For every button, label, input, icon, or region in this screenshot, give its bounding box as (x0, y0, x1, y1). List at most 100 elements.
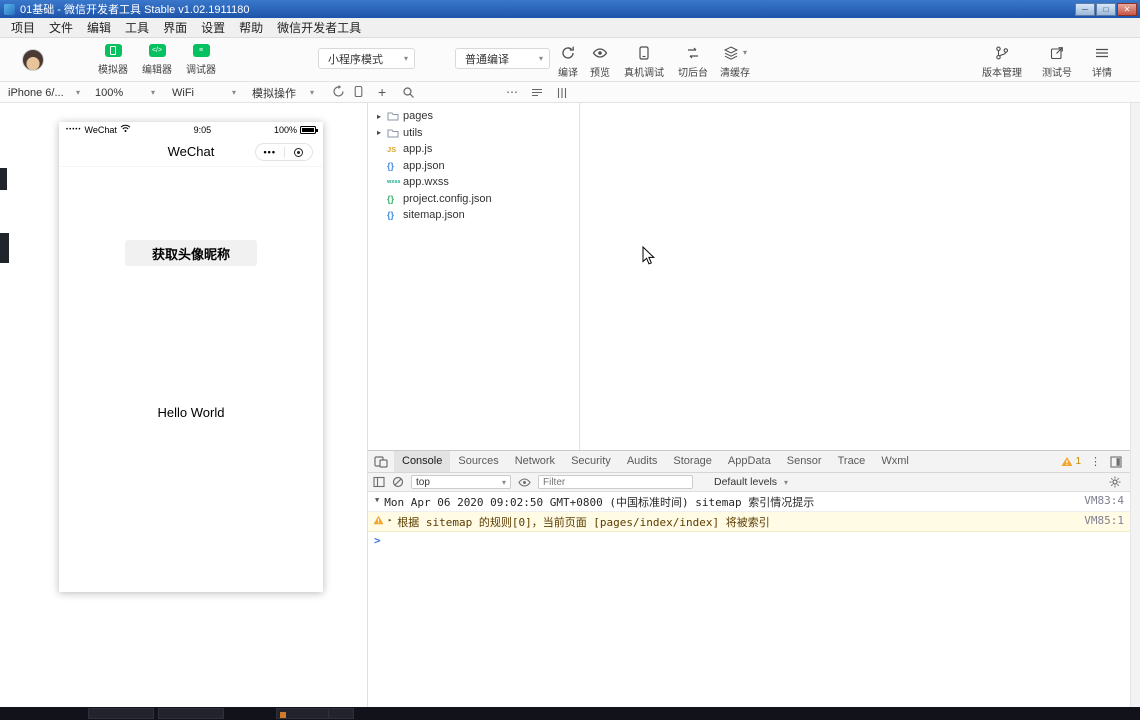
clear-cache-label: 清缓存 (720, 68, 750, 79)
tab-security[interactable]: Security (563, 451, 619, 472)
user-avatar[interactable] (22, 49, 44, 71)
preview-button[interactable]: 预览 (584, 44, 616, 79)
carrier-label: WeChat (84, 124, 117, 135)
maximize-button[interactable]: □ (1096, 2, 1116, 16)
menu-edit[interactable]: 编辑 (80, 18, 118, 38)
tree-item-app-wxss[interactable]: wxss app.wxss (368, 174, 579, 191)
clear-cache-button[interactable]: ▾ 清缓存 (714, 44, 756, 79)
menu-help[interactable]: 帮助 (232, 18, 270, 38)
devtools-tab-bar: Console Sources Network Security Audits … (368, 451, 1130, 473)
tab-console[interactable]: Console (394, 451, 451, 472)
test-account-button[interactable]: 测试号 (1036, 44, 1078, 79)
simulator-control-bar: iPhone 6/... ▾ 100% ▾ WiFi ▾ 模拟操作 ▾ + ⋯ (0, 82, 1140, 103)
mode-select[interactable]: 小程序模式 ▾ (318, 48, 415, 69)
tree-item-utils[interactable]: ▸ utils (368, 125, 579, 142)
editor-panel[interactable] (580, 103, 1130, 450)
edge-docked-window-tab[interactable] (0, 233, 9, 263)
get-avatar-nickname-button[interactable]: 获取头像昵称 (125, 240, 257, 266)
capsule-home-button[interactable] (285, 147, 313, 157)
menu-settings[interactable]: 设置 (194, 18, 232, 38)
taskbar-item[interactable] (328, 708, 354, 719)
mode-select-value: 小程序模式 (328, 53, 383, 66)
device-toolbar-icon[interactable] (368, 455, 394, 468)
tab-audits[interactable]: Audits (619, 451, 666, 472)
prompt-chevron-icon: > (374, 534, 381, 547)
compile-button[interactable]: 编译 (552, 44, 584, 79)
device-select[interactable]: iPhone 6/... ▾ (8, 82, 80, 103)
execution-context-select[interactable]: top ▾ (411, 475, 511, 489)
live-expression-eye-icon[interactable] (518, 477, 531, 488)
console-prompt[interactable]: > (368, 532, 1130, 549)
zoom-select[interactable]: 100% ▾ (95, 82, 155, 103)
menu-file[interactable]: 文件 (42, 18, 80, 38)
warning-triangle-icon (373, 515, 384, 528)
new-tab-plus-icon[interactable]: + (378, 82, 386, 103)
open-files-list-icon[interactable] (531, 87, 543, 102)
network-select[interactable]: WiFi ▾ (172, 82, 236, 103)
version-management-button[interactable]: 版本管理 (976, 44, 1028, 79)
file-tree-panel: ▸ pages ▸ utils JS app.js {} app.json wx… (368, 103, 580, 450)
toggle-debugger[interactable]: ≡ 调试器 (179, 44, 223, 76)
collapsed-caret-icon[interactable]: ▸ (388, 516, 392, 524)
search-icon[interactable] (402, 86, 415, 102)
console-filter-input[interactable] (538, 475, 693, 489)
console-settings-gear-icon[interactable] (1109, 476, 1125, 488)
rotate-device-icon[interactable] (332, 85, 345, 101)
tree-more-icon[interactable]: ⋯ (506, 82, 518, 103)
tab-storage[interactable]: Storage (665, 451, 720, 472)
console-sidebar-icon[interactable] (373, 476, 385, 488)
compile-mode-value: 普通编译 (465, 53, 509, 66)
capsule-more-button[interactable]: ••• (256, 144, 284, 160)
menu-wechat-devtools[interactable]: 微信开发者工具 (270, 18, 368, 38)
details-button[interactable]: 详情 (1086, 44, 1118, 79)
wxss-file-icon: wxss (387, 179, 401, 186)
console-source-link[interactable]: VM83:4 (1084, 494, 1124, 507)
close-button[interactable]: ✕ (1117, 2, 1137, 16)
chevron-down-icon: ▾ (784, 477, 789, 487)
tab-network[interactable]: Network (507, 451, 563, 472)
tab-wxml[interactable]: Wxml (873, 451, 917, 472)
toggle-simulator[interactable]: 模拟器 (91, 44, 135, 76)
tree-item-app-js[interactable]: JS app.js (368, 141, 579, 158)
toggle-debugger-label: 调试器 (186, 65, 216, 76)
real-device-debug-button[interactable]: 真机调试 (616, 44, 672, 79)
console-source-link[interactable]: VM85:1 (1084, 514, 1124, 527)
expand-caret-icon[interactable]: ▼ (375, 496, 379, 504)
chevron-down-icon: ▾ (309, 88, 314, 97)
menu-project[interactable]: 项目 (4, 18, 42, 38)
tab-appdata[interactable]: AppData (720, 451, 779, 472)
console-log-row[interactable]: ▼ Mon Apr 06 2020 09:02:50 GMT+0800 (中国标… (368, 492, 1130, 512)
console-warning-row[interactable]: ▸ 根据 sitemap 的规则[0]，当前页面 [pages/index/in… (368, 512, 1130, 532)
tab-sensor[interactable]: Sensor (779, 451, 830, 472)
tree-item-pages[interactable]: ▸ pages (368, 108, 579, 125)
minimize-button[interactable]: ─ (1075, 2, 1095, 16)
hello-world-text: Hello World (157, 405, 225, 420)
edge-docked-window-tab[interactable] (0, 168, 7, 190)
switch-background-button[interactable]: 切后台 (672, 44, 714, 79)
dock-side-icon[interactable] (1110, 455, 1122, 468)
log-levels-select[interactable]: Default levels ▾ (714, 476, 788, 488)
taskbar-item[interactable] (88, 708, 154, 719)
tab-sources[interactable]: Sources (450, 451, 506, 472)
debugger-panel: Console Sources Network Security Audits … (368, 450, 1130, 707)
compile-mode-select[interactable]: 普通编译 ▾ (455, 48, 550, 69)
simulate-operation-select[interactable]: 模拟操作 ▾ (252, 82, 314, 103)
clear-cache-icon: ▾ (723, 44, 747, 61)
tree-item-app-json[interactable]: {} app.json (368, 158, 579, 175)
taskbar-item[interactable] (158, 708, 224, 719)
clear-console-icon[interactable] (392, 476, 404, 488)
tree-item-sitemap-json[interactable]: {} sitemap.json (368, 207, 579, 224)
menu-view[interactable]: 界面 (156, 18, 194, 38)
tree-item-label: utils (403, 126, 423, 139)
tree-item-project-config-json[interactable]: {} project.config.json (368, 191, 579, 208)
window-right-gutter (1130, 103, 1140, 707)
device-frame-icon[interactable] (352, 85, 365, 101)
tree-item-label: project.config.json (403, 192, 492, 205)
kebab-menu-icon[interactable]: ⋮ (1090, 455, 1101, 468)
tab-trace[interactable]: Trace (830, 451, 874, 472)
toggle-editor[interactable]: </> 编辑器 (135, 44, 179, 76)
menu-tools[interactable]: 工具 (118, 18, 156, 38)
collapse-folders-icon[interactable] (556, 87, 568, 102)
warning-count-badge[interactable]: 1 (1061, 456, 1081, 467)
simulate-operation-value: 模拟操作 (252, 87, 296, 100)
